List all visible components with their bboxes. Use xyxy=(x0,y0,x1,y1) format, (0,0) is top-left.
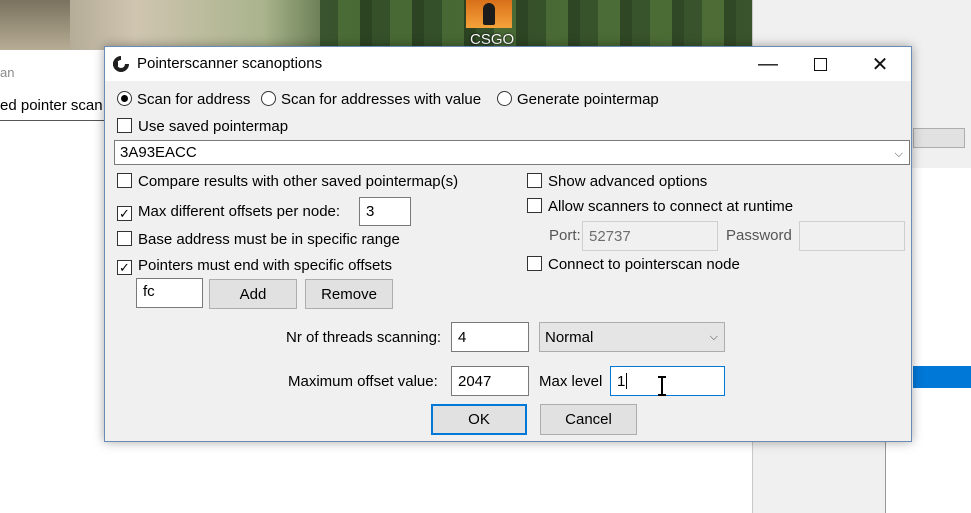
checkbox-label: Show advanced options xyxy=(548,173,708,190)
text-caret xyxy=(626,373,628,389)
radio-label: Scan for addresses with value xyxy=(281,91,482,108)
base-address-range-checkbox[interactable]: Base address must be in specific range xyxy=(117,231,400,248)
cancel-button[interactable]: Cancel xyxy=(540,404,637,435)
remove-button[interactable]: Remove xyxy=(305,279,393,309)
csgo-desktop-icon[interactable] xyxy=(466,0,512,28)
offset-input[interactable]: fc xyxy=(136,278,203,308)
max-level-input[interactable]: 1 xyxy=(610,366,725,396)
radio-label: Generate pointermap xyxy=(517,91,659,108)
background-selected-row xyxy=(913,366,971,388)
checkbox-icon xyxy=(527,198,542,213)
use-saved-pointermap-checkbox[interactable]: Use saved pointermap xyxy=(117,118,288,135)
checkbox-icon xyxy=(117,118,132,133)
pointers-end-offsets-checkbox[interactable]: ✓ Pointers must end with specific offsets xyxy=(117,257,392,275)
checkbox-label: Base address must be in specific range xyxy=(138,231,400,248)
max-offsets-checkbox[interactable]: ✓ Max different offsets per node: xyxy=(117,203,340,221)
thread-priority-select[interactable]: Normal ⌵ xyxy=(539,322,725,352)
background-text-faded: an xyxy=(0,65,15,80)
background-button[interactable] xyxy=(913,128,965,148)
checkbox-label: Allow scanners to connect at runtime xyxy=(548,198,794,215)
max-offsets-input[interactable]: 3 xyxy=(359,197,411,226)
checkmark-icon: ✓ xyxy=(117,206,132,221)
threads-input[interactable]: 4 xyxy=(451,322,529,352)
dialog-title: Pointerscanner scanoptions xyxy=(137,55,323,72)
address-combobox[interactable]: 3A93EACC ⌵ xyxy=(114,140,910,165)
background-divider xyxy=(0,120,105,121)
soldier-icon xyxy=(483,3,495,25)
checkmark-icon: ✓ xyxy=(117,260,132,275)
checkbox-label: Compare results with other saved pointer… xyxy=(138,173,459,190)
cheat-engine-icon xyxy=(113,56,129,72)
compare-results-checkbox[interactable]: Compare results with other saved pointer… xyxy=(117,173,458,190)
port-input[interactable]: 52737 xyxy=(582,221,718,251)
checkbox-icon xyxy=(527,173,542,188)
max-offset-input[interactable]: 2047 xyxy=(451,366,529,396)
allow-scanners-checkbox[interactable]: Allow scanners to connect at runtime xyxy=(527,198,793,215)
radio-scan-with-value[interactable]: Scan for addresses with value xyxy=(261,91,481,108)
close-button[interactable]: ✕ xyxy=(857,47,903,81)
show-advanced-checkbox[interactable]: Show advanced options xyxy=(527,173,707,190)
max-offset-label: Maximum offset value: xyxy=(288,373,438,390)
radio-label: Scan for address xyxy=(137,91,251,108)
threads-label: Nr of threads scanning: xyxy=(286,329,442,346)
address-value: 3A93EACC xyxy=(120,144,197,161)
background-image xyxy=(0,0,755,50)
background-text-pointer-scan: ed pointer scan xyxy=(0,97,103,114)
checkbox-label: Max different offsets per node: xyxy=(138,203,341,220)
background-hedge xyxy=(320,0,755,50)
checkbox-icon xyxy=(527,256,542,271)
checkbox-label: Use saved pointermap xyxy=(138,118,289,135)
checkbox-icon xyxy=(117,231,132,246)
password-label: Password xyxy=(726,227,792,244)
minimize-button[interactable]: — xyxy=(745,47,791,81)
max-level-label: Max level xyxy=(539,373,603,390)
chevron-down-icon: ⌵ xyxy=(709,331,718,343)
radio-generate-pointermap[interactable]: Generate pointermap xyxy=(497,91,659,108)
maximize-button[interactable] xyxy=(797,47,843,81)
radio-icon xyxy=(261,91,276,106)
maximize-icon xyxy=(813,57,827,71)
checkbox-icon xyxy=(117,173,132,188)
connect-node-checkbox[interactable]: Connect to pointerscan node xyxy=(527,256,740,273)
checkbox-label: Pointers must end with specific offsets xyxy=(138,257,393,274)
ok-button[interactable]: OK xyxy=(431,404,527,435)
max-level-value: 1 xyxy=(617,372,626,390)
background-pillar xyxy=(0,0,70,50)
pointerscanner-dialog: Pointerscanner scanoptions — ✕ Scan for … xyxy=(104,46,912,442)
radio-scan-for-address[interactable]: Scan for address xyxy=(117,91,250,108)
title-bar[interactable]: Pointerscanner scanoptions — ✕ xyxy=(105,47,911,81)
password-input[interactable] xyxy=(799,221,905,251)
checkbox-label: Connect to pointerscan node xyxy=(548,256,740,273)
radio-icon-checked xyxy=(117,91,132,106)
priority-value: Normal xyxy=(545,328,594,346)
radio-icon xyxy=(497,91,512,106)
ibeam-cursor-icon xyxy=(658,376,666,396)
add-button[interactable]: Add xyxy=(209,279,297,309)
chevron-down-icon: ⌵ xyxy=(894,148,903,160)
port-label: Port: xyxy=(549,227,581,244)
